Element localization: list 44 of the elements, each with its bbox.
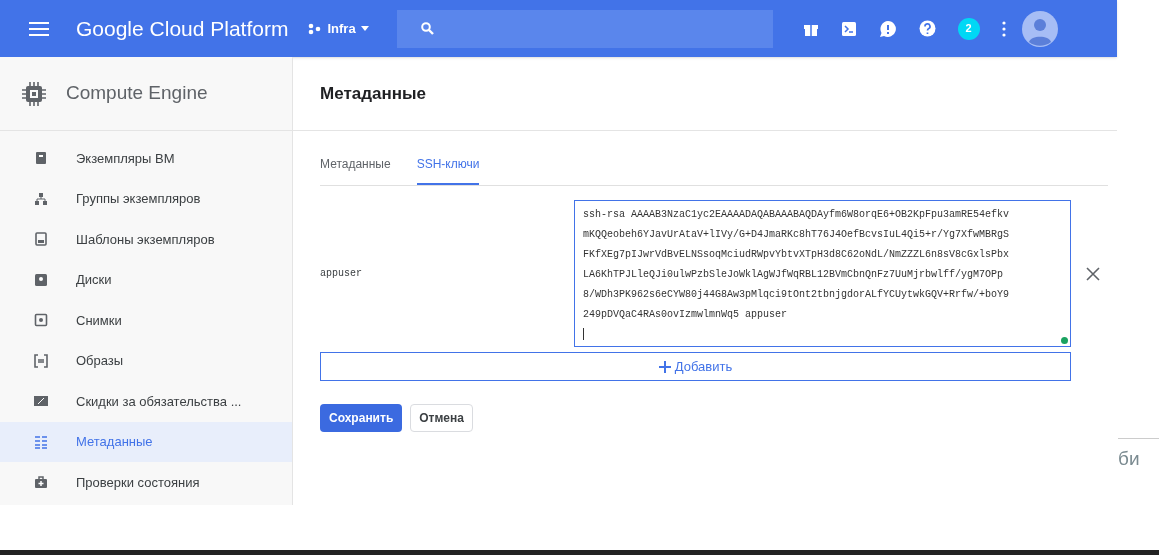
nav-item[interactable]: Экземпляры ВМ — [0, 138, 292, 179]
brackets-icon — [34, 353, 48, 368]
search-field[interactable] — [396, 9, 773, 48]
brand-title: Google Cloud Platform — [76, 15, 289, 42]
plus-icon — [658, 360, 671, 373]
menu-icon — [29, 21, 49, 36]
caret-icon — [360, 26, 369, 31]
nav-item[interactable]: Диски — [0, 259, 292, 300]
ssh-key-text: ssh-rsa AAAAB3NzaC1yc2EAAAADAQABAAABAQDAyfm6W8orqE6+OB2KpFpu3amRE54efkvmKQQeobeh6YJavUrAtaV+lIVy/G+D4JmaRKc8hT76J4OefBcvsIuL4Qi5+r/Yg7XfwMBRgSFKfXEg7pIJwrVdBvELNSsoqMciudRWpvYbtvXTpH3d8C62oNdL/NmZZZL6n8sV8cGxlsPbxLA6KhTPJLleQJi0ulwPzbSleJoWklAgWJfWqRBL12BVmCbnQnFz7UuMjrbwlff/ygM7OPp8/WDh3PK962s6eCYW80j44G8Aw3pMlqci9tOnt2tbnjgdorALfYCUytwkGQV+Rrfw/+boY9249pDVQaC4RAs0ovIzmwlmnWq5 appuser — [583, 208, 1010, 322]
server-icon — [34, 151, 48, 166]
snapshot-icon — [34, 313, 48, 328]
percent-icon — [34, 394, 48, 409]
nav-item[interactable]: Скидки за обязательства ... — [0, 381, 292, 422]
tab[interactable]: SSH-ключи — [416, 147, 480, 185]
template-icon — [34, 232, 48, 247]
save-button[interactable]: Сохранить — [320, 404, 403, 432]
search-icon — [420, 22, 434, 35]
chip-icon — [22, 81, 46, 106]
tab[interactable]: Метаданные — [320, 147, 391, 185]
medkit-icon — [34, 475, 48, 490]
text-cursor — [583, 328, 584, 340]
nav-item[interactable]: Снимки — [0, 300, 292, 341]
project-selector[interactable]: Infra — [308, 18, 369, 39]
page-title: Метаданные — [320, 82, 426, 105]
ssh-key-field[interactable] — [574, 200, 1071, 347]
nav-item[interactable]: Проверки состояния — [0, 462, 292, 503]
ssh-user-label: appuser — [320, 267, 363, 281]
avatar-icon[interactable] — [1021, 10, 1058, 47]
list-icon — [34, 434, 48, 449]
network-icon — [34, 191, 48, 206]
product-title: Compute Engine — [66, 81, 208, 106]
cancel-button[interactable]: Отмена — [410, 404, 473, 432]
add-button[interactable]: Добавить — [320, 352, 1071, 381]
nav-item[interactable]: Шаблоны экземпляров — [0, 219, 292, 260]
more-icon[interactable] — [1001, 20, 1006, 37]
terminal-icon[interactable] — [840, 20, 857, 37]
nav-item[interactable]: Метаданные — [0, 421, 292, 462]
help-icon[interactable] — [918, 20, 936, 37]
dots-icon — [308, 22, 323, 35]
nav-item[interactable]: Образы — [0, 340, 292, 381]
nav-item[interactable]: Группы экземпляров — [0, 178, 292, 219]
background-text: би — [1118, 448, 1140, 469]
feedback-icon[interactable] — [878, 19, 897, 38]
close-icon — [1086, 266, 1100, 281]
